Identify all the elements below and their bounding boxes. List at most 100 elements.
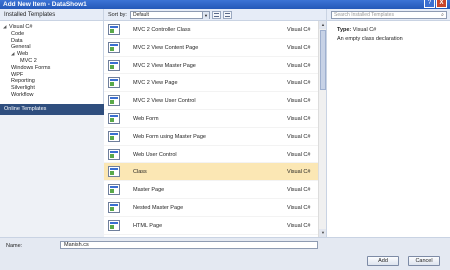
template-file-icon [108,166,120,178]
template-file-icon [108,77,120,89]
template-tree: ◢ Visual C# Code Data General ◢ Web MVC 2 Window… [0,21,103,99]
left-pane-empty-area [0,115,104,237]
online-templates-item[interactable]: Online Templates [0,104,104,115]
type-line: Type: Visual C# [337,27,376,33]
medium-icons-view-button[interactable] [212,11,221,19]
template-description: An empty class declaration [337,36,403,42]
template-file-icon [108,130,120,142]
bottom-panel: Name: Manish.cs Add Cancel [0,237,450,270]
template-name: MVC 2 View User Control [133,98,196,105]
template-name: Web Form using Master Page [133,133,206,140]
template-file-icon [108,201,120,213]
template-row[interactable]: MVC 2 View Page Visual C# [104,74,318,93]
search-icon[interactable]: ⌕ [439,12,446,18]
template-row[interactable]: MVC 2 View Content Page Visual C# [104,39,318,57]
chevron-down-icon[interactable]: ▼ [202,12,209,19]
tree-item-label: Silverlight [11,85,35,92]
template-row[interactable]: Nested Master Page Visual C# [104,199,318,217]
template-language: Visual C# [287,62,311,69]
template-language: Visual C# [287,98,311,105]
tree-item-label: MVC 2 [20,57,37,64]
template-row[interactable]: Master Page Visual C# [104,181,318,199]
template-row[interactable]: MVC 2 View User Control Visual C# [104,92,318,110]
details-pane: Search Installed Templates ⌕ Type: Visua… [326,9,450,237]
tree-item-label: Windows Forms [11,64,51,71]
template-file-icon [108,95,120,107]
template-file-icon [108,184,120,196]
search-bar: Search Installed Templates ⌕ [327,9,450,21]
template-name: Master Page [133,187,165,194]
search-input[interactable]: Search Installed Templates ⌕ [331,11,447,19]
type-value: Visual C# [352,27,377,33]
template-language: Visual C# [287,44,311,51]
window-titlebar: Add New Item - DataShow1 [0,0,450,9]
tree-item[interactable]: Silverlight [3,85,103,92]
tree-item-label: Web [17,51,29,58]
list-view-button[interactable] [223,11,232,19]
tree-item[interactable]: General [3,44,103,51]
template-language: Visual C# [287,151,311,158]
search-placeholder: Search Installed Templates [334,12,394,18]
tree-item[interactable]: Reporting [3,78,103,85]
template-row[interactable]: MVC 2 Controller Class Visual C# [104,21,318,39]
sort-by-value: Default [133,12,149,18]
template-name: Web User Control [133,151,177,158]
window-title: Add New Item - DataShow1 [3,1,87,8]
template-language: Visual C# [287,115,311,122]
installed-templates-header[interactable]: Installed Templates [0,9,103,21]
tree-item[interactable]: WPF [3,72,103,79]
tree-item-label: Visual C# [9,24,33,30]
sort-by-label: Sort by: [108,12,127,18]
template-file-icon [108,41,120,53]
template-name: Nested Master Page [133,204,184,211]
template-language: Visual C# [287,27,311,33]
tree-item[interactable]: Windows Forms [3,65,103,72]
template-language: Visual C# [287,187,311,194]
template-language: Visual C# [287,204,311,211]
name-field[interactable]: Manish.cs [60,241,318,249]
tree-item-label: Data [11,37,23,44]
template-name: Class [133,169,147,176]
tree-item[interactable]: ◢ Visual C# [3,24,103,31]
close-button[interactable]: X [436,0,447,8]
tree-item[interactable]: ◢ Web [3,51,103,58]
template-row[interactable]: Web Form Visual C# [104,110,318,128]
template-file-icon [108,112,120,124]
template-language: Visual C# [287,80,311,87]
tree-item-label: Reporting [11,78,35,85]
template-file-icon [108,148,120,160]
type-label: Type: [337,27,352,33]
template-row[interactable]: HTML Page Visual C# [104,217,318,235]
tree-item[interactable]: Code [3,31,103,38]
template-name: MVC 2 View Page [133,80,178,87]
template-language: Visual C# [287,169,311,176]
tree-item[interactable]: Workflow [3,92,103,99]
add-button[interactable]: Add [367,256,399,266]
template-name: MVC 2 Controller Class [133,27,191,33]
template-language: Visual C# [287,222,311,229]
template-name: MVC 2 View Master Page [133,62,196,69]
template-name: HTML Page [133,222,163,229]
template-name: MVC 2 View Content Page [133,44,199,51]
tree-item[interactable]: MVC 2 [3,58,103,65]
tree-item-label: Workflow [11,91,34,98]
tree-item-label: Code [11,30,25,37]
template-row[interactable]: Web Form using Master Page Visual C# [104,128,318,146]
tree-item-label: General [11,44,31,51]
template-file-icon [108,59,120,71]
name-label: Name: [6,243,23,249]
template-language: Visual C# [287,133,311,140]
template-name: Web Form [133,115,159,122]
template-list-scrollbar[interactable]: ▲ ▼ [318,21,327,237]
help-button[interactable]: ? [424,0,435,8]
template-file-icon [108,24,120,35]
sort-by-select[interactable]: Default ▼ [130,11,210,19]
template-row[interactable]: Web User Control Visual C# [104,146,318,164]
tree-item[interactable]: Data [3,38,103,45]
list-toolbar: Sort by: Default ▼ [104,9,326,21]
template-file-icon [108,219,120,231]
tree-item-label: WPF [11,71,24,78]
template-row[interactable]: Class Visual C# [104,163,318,182]
cancel-button[interactable]: Cancel [408,256,440,266]
template-row[interactable]: MVC 2 View Master Page Visual C# [104,57,318,75]
